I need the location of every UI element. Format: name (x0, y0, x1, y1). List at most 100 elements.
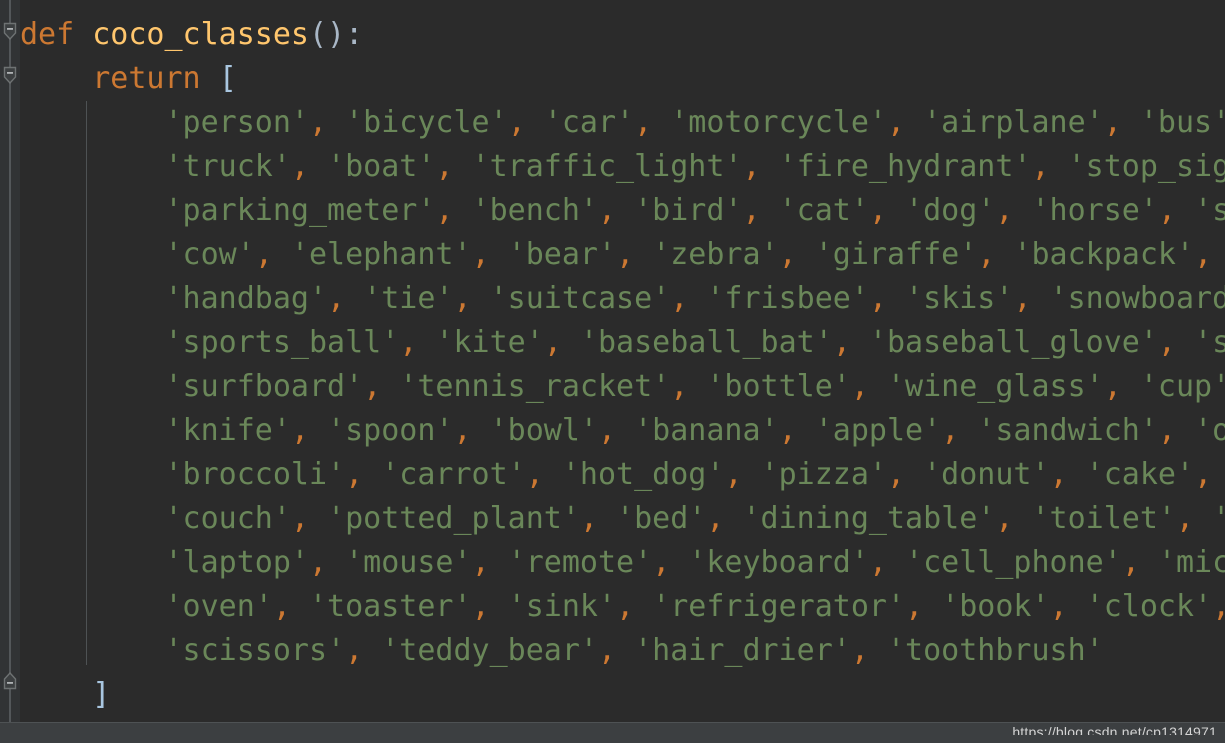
code-text-area[interactable]: def coco_classes(): return [ 'person', '… (20, 0, 1225, 723)
code-token-comma: , (471, 237, 508, 272)
code-token-str: 'snowboard' (1049, 281, 1225, 316)
fold-marker-return-icon[interactable] (1, 64, 19, 88)
code-token-comma: , (670, 281, 707, 316)
code-token-comma: , (977, 237, 1014, 272)
fold-marker-end-icon[interactable] (1, 670, 19, 694)
code-token-str: 'surfboard' (164, 369, 364, 404)
code-line[interactable]: 'laptop', 'mouse', 'remote', 'keyboard',… (20, 541, 1225, 585)
code-line[interactable]: 'cow', 'elephant', 'bear', 'zebra', 'gir… (20, 233, 1225, 277)
code-token-comma: , (887, 105, 924, 140)
code-token-str: 'car' (543, 105, 635, 140)
code-line[interactable]: return [ (20, 57, 1225, 101)
code-token-str: 'cow' (164, 237, 255, 272)
code-token-str: 'bird' (634, 193, 743, 228)
code-token-comma: , (1194, 457, 1213, 492)
code-token-comma: , (1176, 501, 1213, 536)
code-token-str: 'oven' (164, 589, 273, 624)
code-line[interactable]: ] (20, 673, 1225, 717)
code-line[interactable]: 'person', 'bicycle', 'car', 'motorcycle'… (20, 101, 1225, 145)
code-token-comma: , (850, 369, 887, 404)
code-token-str: 'truck' (164, 149, 291, 184)
code-token-comma: , (579, 501, 617, 536)
code-token-str: 'sink' (507, 589, 617, 624)
fold-marker-def-icon[interactable] (1, 20, 19, 44)
code-token-str: 'skateboard' (1194, 325, 1225, 360)
code-line[interactable]: 'scissors', 'teddy_bear', 'hair_drier', … (20, 629, 1225, 673)
code-token-comma: , (1049, 457, 1086, 492)
code-line[interactable]: 'handbag', 'tie', 'suitcase', 'frisbee',… (20, 277, 1225, 321)
code-token-comma: , (616, 589, 653, 624)
code-token-kw: return (92, 61, 201, 96)
code-token-str: 'frisbee' (706, 281, 869, 316)
code-token-comma: , (290, 501, 328, 536)
code-token-str: 'apple' (814, 413, 942, 448)
code-token-comma: , (345, 457, 382, 492)
indent-guide (86, 101, 87, 665)
code-token-str: 'toilet' (1031, 501, 1177, 536)
code-token-str: 'baseball_glove' (868, 325, 1158, 360)
code-token-str: 'fire_hydrant' (778, 149, 1032, 184)
code-token-str: 'laptop' (164, 545, 310, 580)
code-token-str: 'orange' (1194, 413, 1225, 448)
code-token-comma: , (1031, 149, 1068, 184)
code-token-str: 'parking_meter' (164, 193, 436, 228)
code-line[interactable]: def coco_classes(): (20, 13, 1225, 57)
code-token-comma: , (399, 325, 436, 360)
code-token-comma: , (598, 413, 635, 448)
code-token-str: 'sandwich' (977, 413, 1158, 448)
code-token-comma: , (1049, 589, 1086, 624)
code-line[interactable]: 'sports_ball', 'kite', 'baseball_bat', '… (20, 321, 1225, 365)
code-token-str: 'zebra' (652, 237, 779, 272)
code-token-comma: , (724, 457, 761, 492)
code-token-comma: , (290, 149, 328, 184)
code-token-str: 'elephant' (290, 237, 472, 272)
code-line[interactable]: 'parking_meter', 'bench', 'bird', 'cat',… (20, 189, 1225, 233)
code-token-comma: , (778, 237, 815, 272)
code-token-str: 'book' (941, 589, 1050, 624)
code-token-str: 'bear' (507, 237, 617, 272)
code-token-comma: , (290, 413, 328, 448)
code-line[interactable]: 'surfboard', 'tennis_racket', 'bottle', … (20, 365, 1225, 409)
code-line[interactable]: 'truck', 'boat', 'traffic_light', 'fire_… (20, 145, 1225, 189)
code-token-paren: () (309, 17, 346, 52)
code-token-comma: , (868, 193, 906, 228)
code-token-comma: , (868, 545, 906, 580)
code-token-comma: , (363, 369, 400, 404)
code-token-str: 'refrigerator' (652, 589, 906, 624)
code-token-comma: , (868, 281, 906, 316)
code-line[interactable]: 'couch', 'potted_plant', 'bed', 'dining_… (20, 497, 1225, 541)
code-token-str: 'cell_phone' (905, 545, 1122, 580)
code-line[interactable]: 'broccoli', 'carrot', 'hot_dog', 'pizza'… (20, 453, 1225, 497)
code-token-str: 'dining_table' (742, 501, 996, 536)
code-token-str: 'tennis_racket' (399, 369, 671, 404)
code-token-comma: , (832, 325, 869, 360)
code-token-comma: , (1013, 281, 1050, 316)
editor-gutter[interactable] (0, 0, 21, 723)
code-token-str: 'stop_sign' (1067, 149, 1225, 184)
code-token-fn: coco_classes (92, 17, 309, 52)
code-token-comma: , (543, 325, 580, 360)
code-token-str: 'bus' (1139, 105, 1225, 140)
code-token-str: 'teddy_bear' (381, 633, 598, 668)
code-token-comma: , (453, 281, 490, 316)
code-line[interactable]: 'oven', 'toaster', 'sink', 'refrigerator… (20, 585, 1225, 629)
code-token-str: 'dog' (905, 193, 996, 228)
code-token-str: 'carrot' (381, 457, 526, 492)
code-token-comma: , (1103, 369, 1140, 404)
code-token-brkt: [ (218, 61, 237, 96)
code-token-str: 'suitcase' (489, 281, 671, 316)
code-token-comma: , (1194, 237, 1213, 272)
code-line[interactable]: 'knife', 'spoon', 'bowl', 'banana', 'app… (20, 409, 1225, 453)
code-token-str: 'spoon' (327, 413, 454, 448)
code-token-comma: , (995, 501, 1032, 536)
code-token-str: 'handbag' (164, 281, 328, 316)
code-token-comma: , (1157, 325, 1195, 360)
